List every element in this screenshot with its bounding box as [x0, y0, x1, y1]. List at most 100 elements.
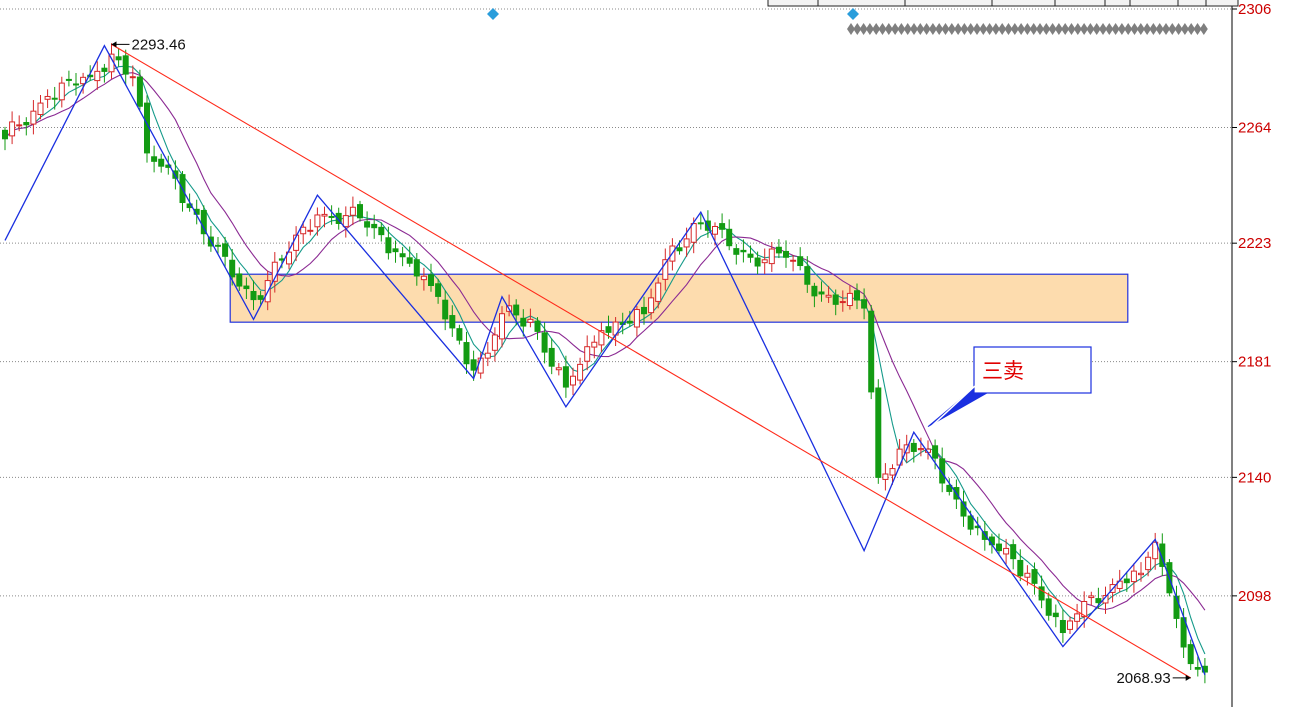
candle-up	[712, 225, 718, 235]
candle-down	[804, 266, 811, 285]
candle-down	[158, 158, 165, 167]
candle-up	[570, 375, 576, 386]
candle-up	[499, 313, 505, 340]
candle-down	[73, 83, 79, 86]
candle-down	[442, 299, 449, 320]
candle-down	[562, 366, 569, 388]
candle-up	[58, 82, 65, 101]
candle-down	[534, 320, 541, 332]
candle-up	[342, 215, 349, 228]
candle-down	[875, 387, 882, 478]
candle-up	[882, 473, 889, 480]
candle-up	[44, 95, 51, 100]
candle-down	[456, 328, 463, 341]
candle-up	[683, 238, 690, 248]
candle-down	[470, 359, 477, 371]
candle-up	[655, 282, 662, 302]
candle-up	[30, 110, 37, 125]
candle-up	[314, 214, 321, 228]
candle-down	[676, 247, 683, 252]
candle-down	[371, 223, 378, 229]
candle-down	[861, 299, 868, 309]
candle-down	[229, 259, 236, 278]
candle-down	[626, 320, 633, 324]
candle-up	[1067, 620, 1073, 630]
candle-up	[420, 275, 427, 281]
candle-up	[307, 229, 314, 232]
candle-down	[1031, 569, 1038, 584]
candle-up	[690, 223, 697, 243]
candle-down	[832, 294, 839, 305]
candle-down	[1095, 598, 1102, 604]
candle-down	[541, 332, 548, 353]
candle-up	[1088, 595, 1095, 599]
candle-down	[1052, 612, 1059, 618]
candle-down	[23, 122, 30, 126]
candle-down	[115, 56, 122, 61]
candle-down	[854, 290, 860, 301]
candle-up	[584, 346, 591, 362]
y-tick-label: 2264	[1238, 120, 1271, 137]
candle-up	[321, 213, 328, 217]
candle-down	[1173, 595, 1180, 619]
candle-down	[513, 304, 520, 316]
candle-up	[761, 259, 768, 264]
candle-up	[846, 292, 853, 307]
y-tick-label: 2140	[1238, 469, 1271, 486]
candle-up	[825, 294, 832, 298]
candle-up	[1145, 556, 1152, 571]
candle-down	[726, 228, 733, 247]
candle-down	[435, 283, 442, 297]
candle-down	[243, 285, 250, 290]
candle-up	[577, 363, 584, 381]
candle-up	[349, 206, 356, 216]
candle-down	[811, 285, 818, 297]
candle-down	[1017, 559, 1024, 577]
candle-up	[16, 124, 23, 127]
candle-down	[215, 244, 221, 247]
low-value-label: 2068.93	[1116, 670, 1170, 687]
candle-down	[697, 222, 704, 225]
candle-down	[122, 55, 129, 75]
candle-down	[1059, 619, 1066, 634]
candle-down	[548, 347, 555, 367]
candle-down	[818, 291, 825, 295]
high-value-label: 2293.46	[132, 36, 186, 53]
candle-down	[996, 543, 1002, 552]
candle-up	[633, 309, 640, 328]
candle-up	[37, 102, 44, 116]
candle-up	[1024, 572, 1031, 578]
candle-down	[378, 226, 385, 236]
candle-down	[101, 67, 108, 72]
candle-down	[1123, 578, 1130, 584]
candlestick-chart: 2293.46 2068.93 三卖 2306 2264 2223 2181 2140 209…	[0, 0, 1309, 707]
candle-up	[790, 259, 797, 262]
candle-up	[917, 448, 924, 451]
consolidation-zone	[229, 273, 1129, 323]
candle-down	[967, 515, 974, 530]
candle-down	[463, 342, 470, 365]
candle-up	[648, 297, 655, 314]
y-tick-label: 2306	[1238, 1, 1271, 18]
candle-up	[300, 226, 307, 235]
candle-down	[428, 274, 434, 286]
candle-down	[868, 310, 875, 393]
candle-down	[1194, 667, 1201, 670]
candle-down	[783, 250, 789, 258]
candle-down	[250, 290, 257, 301]
candle-down	[1010, 544, 1017, 560]
candle-down	[910, 442, 917, 452]
candle-down	[392, 248, 399, 253]
candle-down	[520, 317, 527, 327]
candle-up	[94, 70, 101, 82]
candle-up	[555, 367, 562, 371]
zone-box	[229, 273, 1129, 323]
candle-down	[51, 97, 58, 100]
candle-down	[406, 257, 413, 264]
candle-down	[236, 273, 243, 287]
candle-up	[889, 468, 896, 476]
candle-down	[740, 249, 747, 253]
candle-down	[449, 315, 456, 329]
candle-up	[477, 357, 484, 374]
candle-down	[136, 76, 143, 107]
